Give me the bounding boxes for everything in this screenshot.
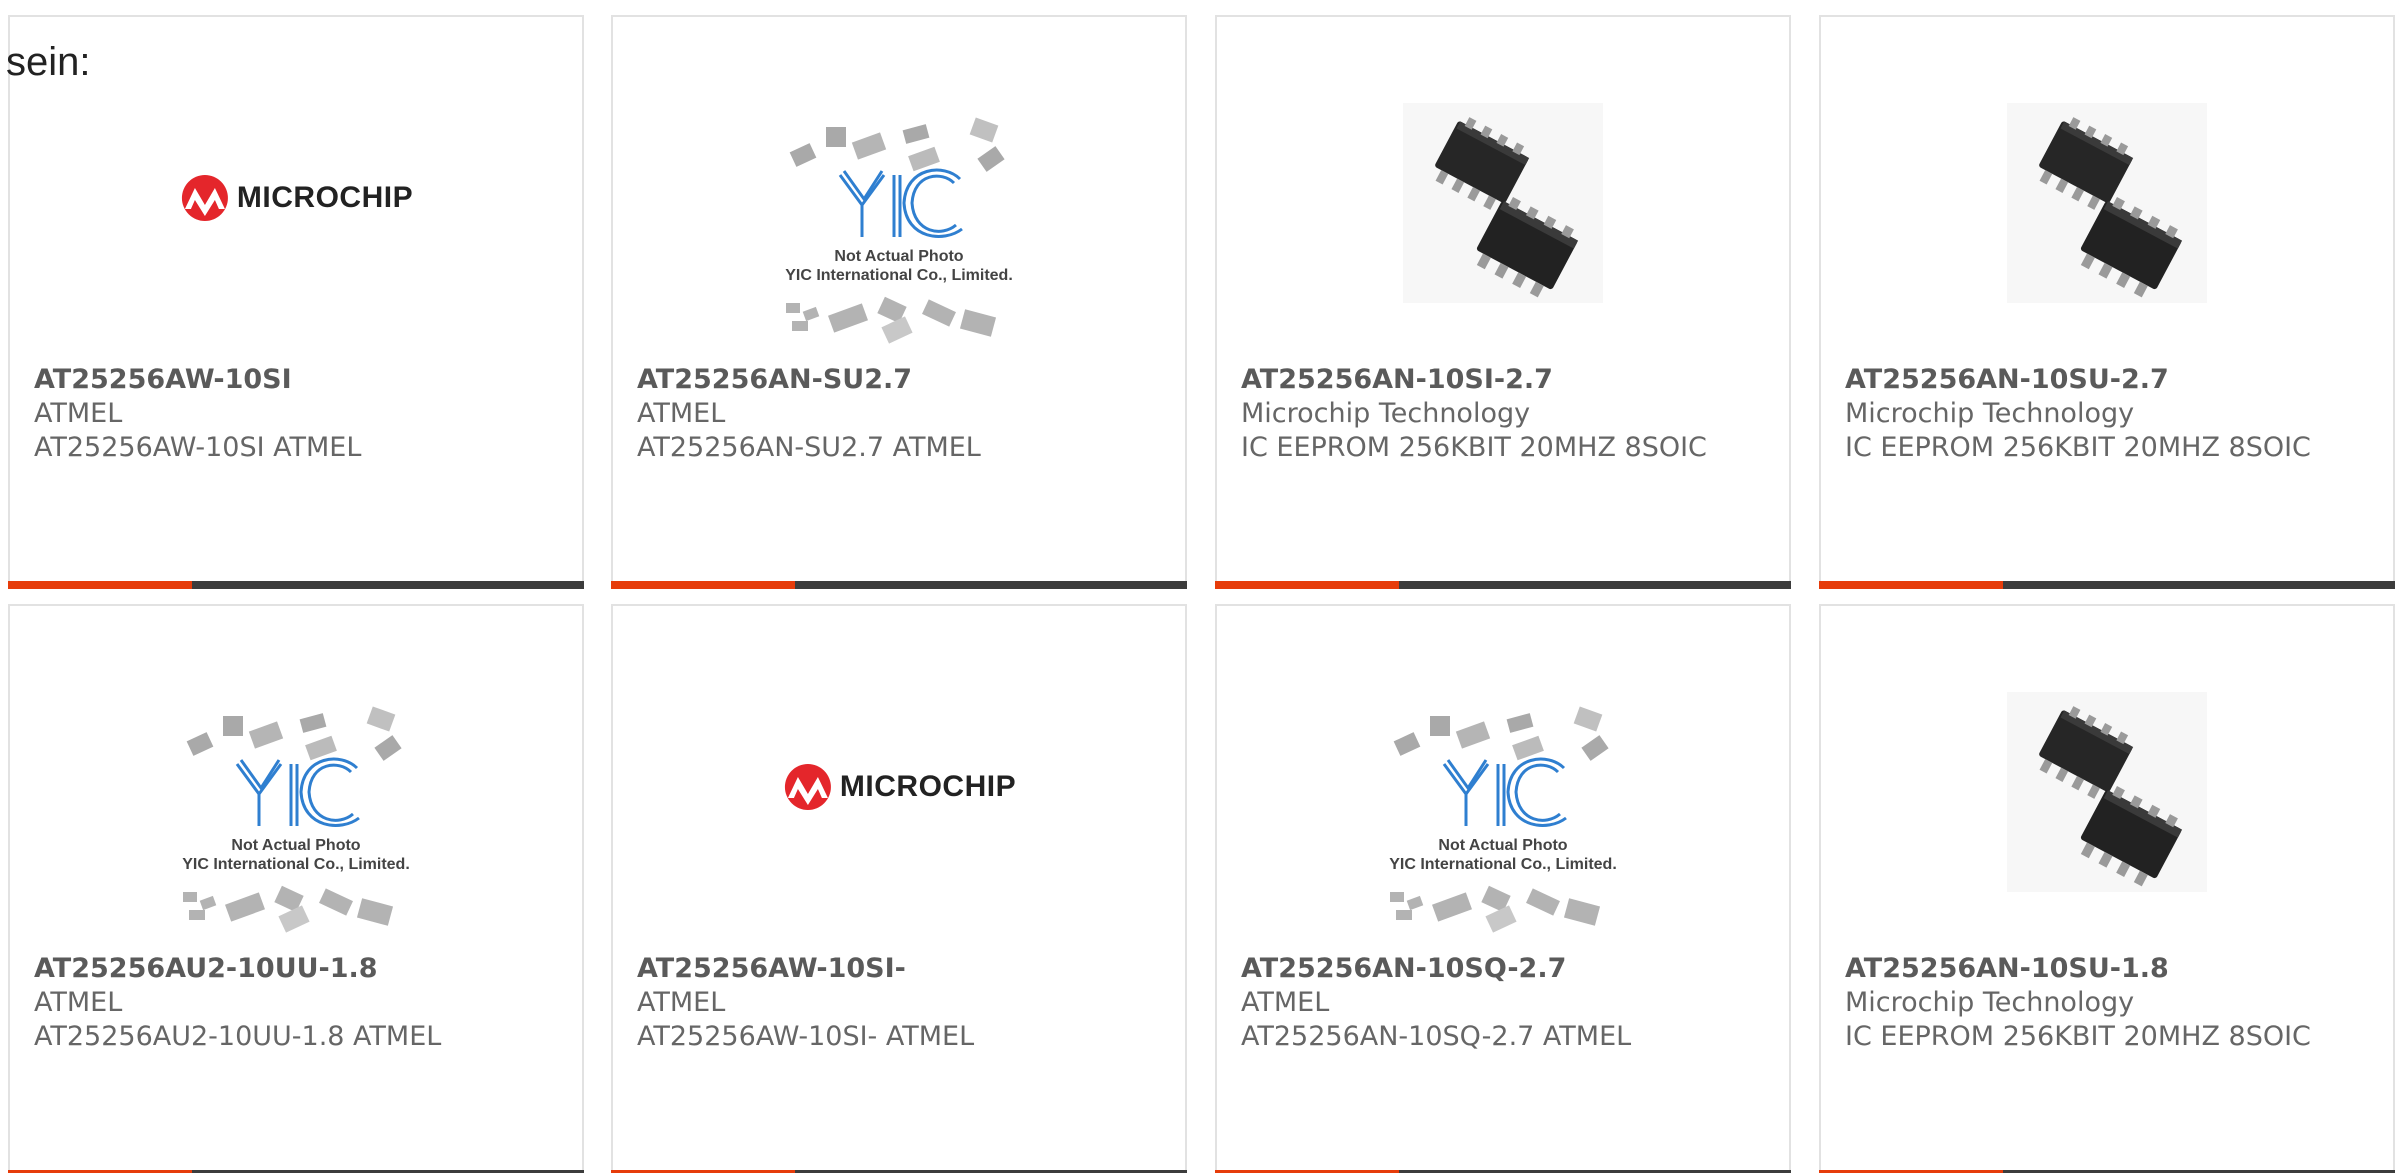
manufacturer: Microchip Technology	[1845, 987, 2135, 1018]
product-card[interactable]: Not Actual Photo YIC International Co., …	[8, 604, 584, 1173]
yic-note-line2: YIC International Co., Limited.	[785, 267, 1013, 284]
product-image[interactable]	[1217, 17, 1789, 357]
description: AT25256AW-10SI ATMEL	[34, 432, 362, 463]
microchip-logo-text: MICROCHIP	[236, 181, 414, 214]
product-card[interactable]: Not Actual Photo YIC International Co., …	[611, 15, 1187, 589]
soic-chip-icon	[1435, 117, 1579, 298]
manufacturer: Microchip Technology	[1845, 398, 2135, 429]
product-image[interactable]: MICROCHIP	[10, 17, 582, 357]
part-number[interactable]: AT25256AW-10SI	[34, 363, 558, 397]
product-card[interactable]: AT25256AN-10SI-2.7 Microchip Technology …	[1215, 15, 1791, 589]
manufacturer: ATMEL	[34, 987, 123, 1018]
product-card[interactable]: Not Actual Photo YIC International Co., …	[1215, 604, 1791, 1173]
product-image[interactable]: Not Actual Photo YIC International Co., …	[613, 17, 1185, 357]
product-card[interactable]: AT25256AN-10SU-2.7 Microchip Technology …	[1819, 15, 2395, 589]
ic-packages-icon	[183, 706, 402, 933]
card-accent-bar	[611, 581, 1187, 589]
yic-placeholder-image: Not Actual Photo YIC International Co., …	[1358, 702, 1648, 942]
part-number[interactable]: AT25256AN-10SI-2.7	[1241, 363, 1765, 397]
product-image[interactable]: Not Actual Photo YIC International Co., …	[10, 606, 582, 946]
manufacturer: ATMEL	[1241, 987, 1330, 1018]
product-image[interactable]	[1821, 17, 2393, 357]
yic-note-line2: YIC International Co., Limited.	[1389, 856, 1617, 873]
soic-chip-photo	[1403, 103, 1603, 303]
yic-note-line1: Not Actual Photo	[834, 248, 964, 265]
manufacturer: ATMEL	[637, 398, 726, 429]
microchip-logo: MICROCHIP	[179, 175, 413, 221]
yic-note-line1: Not Actual Photo	[231, 837, 361, 854]
manufacturer: ATMEL	[34, 398, 123, 429]
description: IC EEPROM 256KBIT 20MHZ 8SOIC	[1845, 1021, 2311, 1052]
part-number[interactable]: AT25256AN-10SU-1.8	[1845, 952, 2369, 986]
microchip-logo-text: MICROCHIP	[839, 770, 1017, 803]
part-number[interactable]: AT25256AU2-10UU-1.8	[34, 952, 558, 986]
description: AT25256AN-SU2.7 ATMEL	[637, 432, 981, 463]
soic-chip-icon	[2039, 117, 2183, 298]
card-accent-bar	[1819, 581, 2395, 589]
soic-chip-icon	[2039, 706, 2183, 887]
ic-packages-icon	[786, 117, 1005, 344]
description: AT25256AU2-10UU-1.8 ATMEL	[34, 1021, 442, 1052]
intro-text: sein:	[6, 40, 91, 84]
part-number[interactable]: AT25256AN-SU2.7	[637, 363, 1161, 397]
part-number[interactable]: AT25256AN-10SU-2.7	[1845, 363, 2369, 397]
product-image[interactable]: MICROCHIP	[613, 606, 1185, 946]
product-image[interactable]: Not Actual Photo YIC International Co., …	[1217, 606, 1789, 946]
description: AT25256AN-10SQ-2.7 ATMEL	[1241, 1021, 1632, 1052]
ic-packages-icon	[1390, 706, 1609, 933]
part-number[interactable]: AT25256AN-10SQ-2.7	[1241, 952, 1765, 986]
product-card[interactable]: AT25256AN-10SU-1.8 Microchip Technology …	[1819, 604, 2395, 1173]
part-number[interactable]: AT25256AW-10SI-	[637, 952, 1161, 986]
card-accent-bar	[1215, 581, 1791, 589]
microchip-logo-icon	[784, 764, 831, 810]
description: IC EEPROM 256KBIT 20MHZ 8SOIC	[1241, 432, 1707, 463]
description: AT25256AW-10SI- ATMEL	[637, 1021, 975, 1052]
product-card[interactable]: MICROCHIP AT25256AW-10SI ATMEL AT25256AW…	[8, 15, 584, 589]
yic-note-line1: Not Actual Photo	[1438, 837, 1568, 854]
microchip-logo-icon	[181, 175, 228, 221]
microchip-logo: MICROCHIP	[782, 764, 1016, 810]
product-card[interactable]: MICROCHIP AT25256AW-10SI- ATMEL AT25256A…	[611, 604, 1187, 1173]
soic-chip-photo	[2007, 103, 2207, 303]
yic-note-line2: YIC International Co., Limited.	[182, 856, 410, 873]
card-accent-bar	[8, 581, 584, 589]
product-image[interactable]	[1821, 606, 2393, 946]
manufacturer: ATMEL	[637, 987, 726, 1018]
yic-placeholder-image: Not Actual Photo YIC International Co., …	[754, 113, 1044, 353]
description: IC EEPROM 256KBIT 20MHZ 8SOIC	[1845, 432, 2311, 463]
soic-chip-photo	[2007, 692, 2207, 892]
yic-placeholder-image: Not Actual Photo YIC International Co., …	[151, 702, 441, 942]
manufacturer: Microchip Technology	[1241, 398, 1531, 429]
